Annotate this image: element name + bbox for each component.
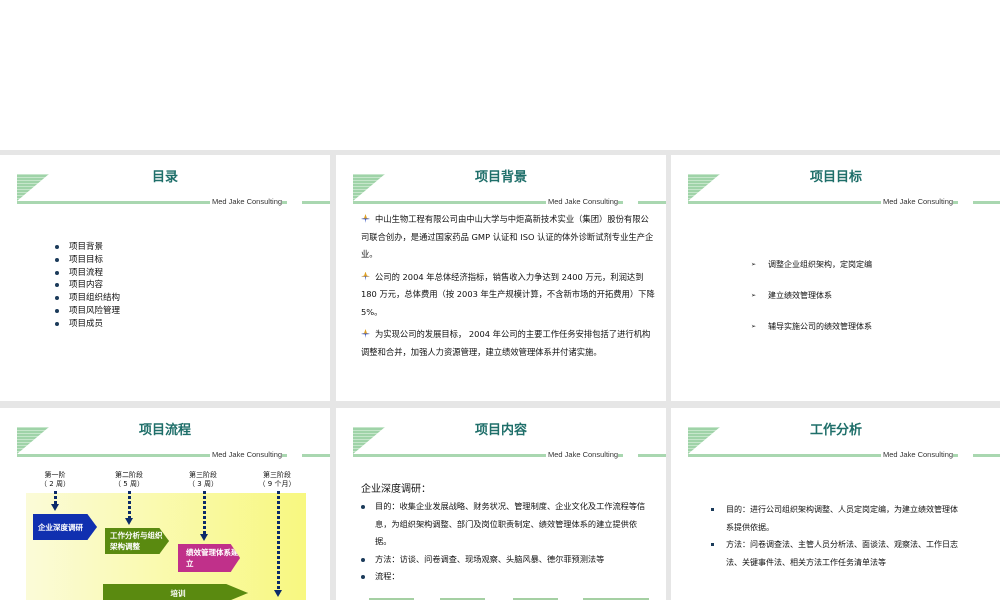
pin-bullet-icon — [361, 271, 370, 281]
phase-box-performance: 绩效管理体系建立 — [178, 544, 240, 572]
timeline-dash — [203, 491, 206, 536]
bullet-icon — [361, 505, 365, 509]
header-rule-end — [638, 454, 666, 457]
brand-label: Med Jake Consulting — [210, 197, 283, 206]
bullet-icon — [55, 283, 59, 288]
slide-title: 项目目标 — [809, 170, 862, 185]
list-item: 项目背景 — [55, 241, 120, 254]
slide-title: 项目流程 — [138, 423, 191, 438]
timeline-dash — [277, 491, 280, 591]
toc-list: 项目背景 项目目标 项目流程 项目内容 项目组织结构 项目风险管理 项目成员 — [55, 241, 120, 331]
arrow-down-icon — [200, 534, 208, 541]
bullet-icon — [361, 575, 365, 579]
process-panel — [26, 493, 306, 600]
header-rule-end — [973, 201, 1000, 204]
slide-thumbnail-process[interactable]: Med Jake Consulting 项目流程 第一阶（ 2 周） 第二阶段（… — [0, 408, 330, 600]
brand-label: Med Jake Consulting — [881, 197, 954, 206]
phase-box-job-analysis: 工作分析与组织架构调整 — [105, 528, 169, 554]
header-rule-end — [973, 454, 1000, 457]
list-item: 项目内容 — [55, 279, 120, 292]
list-item: 目的：收集企业发展战略、财务状况、管理制度、企业文化及工作流程等信息，为组织架构… — [361, 498, 651, 551]
slide-title: 目录 — [151, 170, 178, 185]
arrow-down-icon — [125, 518, 133, 525]
bullet-icon — [55, 270, 59, 275]
content-list: 目的：收集企业发展战略、财务状况、管理制度、企业文化及工作流程等信息，为组织架构… — [361, 498, 651, 586]
list-item: 项目风险管理 — [55, 305, 120, 318]
arrow-bullet-icon: ➢ — [751, 323, 757, 330]
brand-label: Med Jake Consulting — [210, 450, 283, 459]
slide-title: 工作分析 — [809, 423, 862, 438]
analysis-list: 目的：进行公司组织架构调整、人员定岗定编，为建立绩效管理体系提供依据。 方法：问… — [711, 501, 961, 571]
stage-label: 第二阶段（ 5 周） — [114, 471, 144, 488]
list-item: 项目组织结构 — [55, 292, 120, 305]
header-rule-end — [302, 201, 330, 204]
bullet-icon — [361, 557, 365, 562]
slide-title: 项目内容 — [474, 423, 527, 438]
slide-thumbnail-toc[interactable]: Med Jake Consulting 目录 项目背景 项目目标 项目流程 项目… — [0, 155, 330, 401]
list-item: 项目目标 — [55, 254, 120, 267]
bullet-icon — [55, 296, 59, 301]
goals-list: ➢ 调整企业组织架构，定岗定编 ➢ 建立绩效管理体系 ➢ 辅导实施公司的绩效管理体系 — [751, 249, 872, 342]
bullet-icon — [55, 257, 59, 262]
bullet-icon — [711, 543, 714, 546]
slide-thumbnail-content[interactable]: Med Jake Consulting 项目内容 企业深度调研： 目的：收集企业… — [336, 408, 666, 600]
slide-thumbnail-job-analysis[interactable]: Med Jake Consulting 工作分析 目的：进行公司组织架构调整、人… — [671, 408, 1000, 600]
list-item: 流程： — [361, 568, 651, 586]
bullet-icon — [55, 245, 59, 249]
phase-box-training: 培训 — [103, 584, 248, 600]
stage-label: 第一阶（ 2 周） — [40, 471, 70, 488]
list-item: 方法：问卷调查法、主管人员分析法、面谈法、观察法、工作日志法、关键事件法、相关方… — [711, 536, 961, 571]
paragraph: 中山生物工程有限公司由中山大学与中炬高新技术实业（集团）股份有限公司联合创办，是… — [361, 214, 654, 259]
bullet-icon — [711, 508, 714, 511]
list-item: ➢ 建立绩效管理体系 — [751, 280, 872, 311]
stage-label: 第三阶段（ 9 个月） — [258, 471, 296, 488]
list-item: ➢ 调整企业组织架构，定岗定编 — [751, 249, 872, 280]
header-rule-end — [638, 201, 666, 204]
phase-box-research: 企业深度调研 — [33, 514, 97, 540]
paragraph: 公司的 2004 年总体经济指标，销售收入力争达到 2400 万元，利润达到 1… — [361, 271, 655, 317]
stage-label: 第三阶段（ 3 周） — [188, 471, 218, 488]
brand-label: Med Jake Consulting — [546, 197, 619, 206]
list-item: ➢ 辅导实施公司的绩效管理体系 — [751, 311, 872, 342]
slide-thumbnail-background[interactable]: Med Jake Consulting 项目背景 中山生物工程有限公司由中山大学… — [336, 155, 666, 401]
section-heading: 企业深度调研： — [361, 484, 431, 495]
arrow-down-icon — [274, 590, 282, 597]
pin-bullet-icon — [361, 329, 370, 338]
slide-title: 项目背景 — [474, 170, 527, 185]
list-item: 目的：进行公司组织架构调整、人员定岗定编，为建立绩效管理体系提供依据。 — [711, 501, 961, 536]
list-item: 项目流程 — [55, 267, 120, 280]
timeline-dash — [128, 491, 131, 520]
pin-bullet-icon — [361, 214, 370, 223]
bullet-icon — [55, 308, 59, 313]
bullet-icon — [55, 321, 59, 326]
arrow-bullet-icon: ➢ — [751, 261, 757, 268]
slide-thumbnail-goals[interactable]: Med Jake Consulting 项目目标 ➢ 调整企业组织架构，定岗定编 … — [671, 155, 1000, 401]
timeline-dash — [54, 491, 57, 505]
list-item: 方法：访谈、问卷调查、现场观察、头脑风暴、德尔菲预测法等 — [361, 551, 651, 569]
paragraph: 为实现公司的发展目标， 2004 年公司的主要工作任务安排包括了进行机构调整和合… — [361, 329, 651, 357]
background-text: 中山生物工程有限公司由中山大学与中炬高新技术实业（集团）股份有限公司联合创办，是… — [361, 211, 656, 366]
brand-label: Med Jake Consulting — [881, 450, 954, 459]
brand-label: Med Jake Consulting — [546, 450, 619, 459]
arrow-bullet-icon: ➢ — [751, 292, 757, 299]
list-item: 项目成员 — [55, 318, 120, 331]
header-rule-end — [302, 454, 330, 457]
arrow-down-icon — [51, 504, 59, 511]
